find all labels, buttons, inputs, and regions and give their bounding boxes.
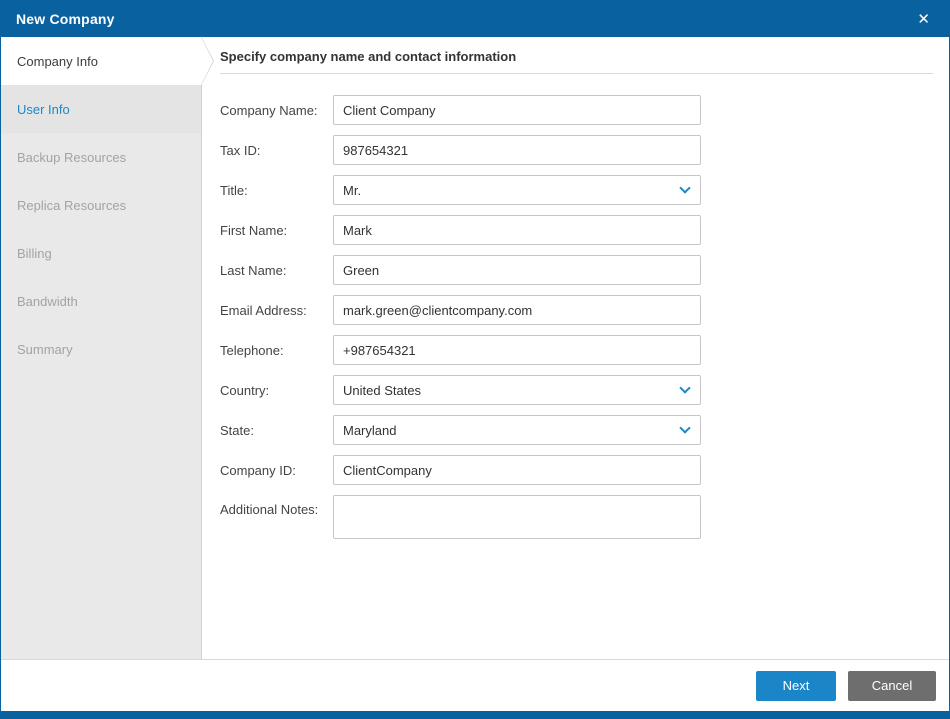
sidebar-item-label: Summary — [17, 342, 73, 357]
form-row-additional-notes: Additional Notes: — [202, 495, 949, 539]
company-name-label: Company Name: — [220, 103, 333, 118]
email-address-label: Email Address: — [220, 303, 333, 318]
company-id-input[interactable] — [333, 455, 701, 485]
wizard-steps-sidebar: Company Info User Info Backup Resources … — [1, 37, 201, 659]
title-select[interactable]: Mr. — [333, 175, 701, 205]
sidebar-item-label: Billing — [17, 246, 52, 261]
heading-divider — [220, 73, 933, 74]
sidebar-item-company-info[interactable]: Company Info — [1, 37, 201, 85]
form-row-email: Email Address: — [202, 295, 949, 325]
sidebar-item-label: Bandwidth — [17, 294, 78, 309]
sidebar-item-label: Replica Resources — [17, 198, 126, 213]
form-row-country: Country: United States — [202, 375, 949, 405]
wizard-footer: Next Cancel — [1, 659, 949, 711]
bottom-accent-strip — [1, 711, 949, 718]
cancel-button[interactable]: Cancel — [848, 671, 936, 701]
first-name-label: First Name: — [220, 223, 333, 238]
sidebar-item-bandwidth[interactable]: Bandwidth — [1, 277, 201, 325]
telephone-input[interactable] — [333, 335, 701, 365]
tax-id-label: Tax ID: — [220, 143, 333, 158]
state-select-value: Maryland — [343, 423, 396, 438]
country-label: Country: — [220, 383, 333, 398]
sidebar-item-label: Backup Resources — [17, 150, 126, 165]
email-address-input[interactable] — [333, 295, 701, 325]
title-select-value: Mr. — [343, 183, 361, 198]
form-row-title: Title: Mr. — [202, 175, 949, 205]
country-select-value: United States — [343, 383, 421, 398]
close-icon[interactable]: ✕ — [913, 8, 934, 31]
window-title: New Company — [16, 11, 115, 27]
title-label: Title: — [220, 183, 333, 198]
tax-id-input[interactable] — [333, 135, 701, 165]
sidebar-item-user-info[interactable]: User Info — [1, 85, 201, 133]
sidebar-item-summary[interactable]: Summary — [1, 325, 201, 373]
page-title: Specify company name and contact informa… — [202, 37, 949, 64]
sidebar-item-replica-resources[interactable]: Replica Resources — [1, 181, 201, 229]
form-row-last-name: Last Name: — [202, 255, 949, 285]
form-row-first-name: First Name: — [202, 215, 949, 245]
form-row-company-name: Company Name: — [202, 95, 949, 125]
state-select[interactable]: Maryland — [333, 415, 701, 445]
form-row-state: State: Maryland — [202, 415, 949, 445]
form-row-tax-id: Tax ID: — [202, 135, 949, 165]
next-button[interactable]: Next — [756, 671, 836, 701]
chevron-down-icon — [679, 422, 690, 433]
telephone-label: Telephone: — [220, 343, 333, 358]
chevron-down-icon — [679, 182, 690, 193]
sidebar-item-label: User Info — [17, 102, 70, 117]
state-label: State: — [220, 423, 333, 438]
additional-notes-label: Additional Notes: — [220, 495, 333, 517]
country-select[interactable]: United States — [333, 375, 701, 405]
last-name-label: Last Name: — [220, 263, 333, 278]
last-name-input[interactable] — [333, 255, 701, 285]
company-name-input[interactable] — [333, 95, 701, 125]
new-company-dialog: New Company ✕ Company Info User Info Bac… — [0, 0, 950, 719]
form-row-telephone: Telephone: — [202, 335, 949, 365]
titlebar: New Company ✕ — [1, 1, 949, 37]
company-id-label: Company ID: — [220, 463, 333, 478]
wizard-content: Specify company name and contact informa… — [201, 37, 949, 659]
company-info-form: Company Name: Tax ID: Title: Mr. First N… — [202, 95, 949, 539]
chevron-down-icon — [679, 382, 690, 393]
form-row-company-id: Company ID: — [202, 455, 949, 485]
sidebar-item-label: Company Info — [17, 54, 98, 69]
sidebar-item-backup-resources[interactable]: Backup Resources — [1, 133, 201, 181]
sidebar-item-billing[interactable]: Billing — [1, 229, 201, 277]
first-name-input[interactable] — [333, 215, 701, 245]
additional-notes-textarea[interactable] — [333, 495, 701, 539]
